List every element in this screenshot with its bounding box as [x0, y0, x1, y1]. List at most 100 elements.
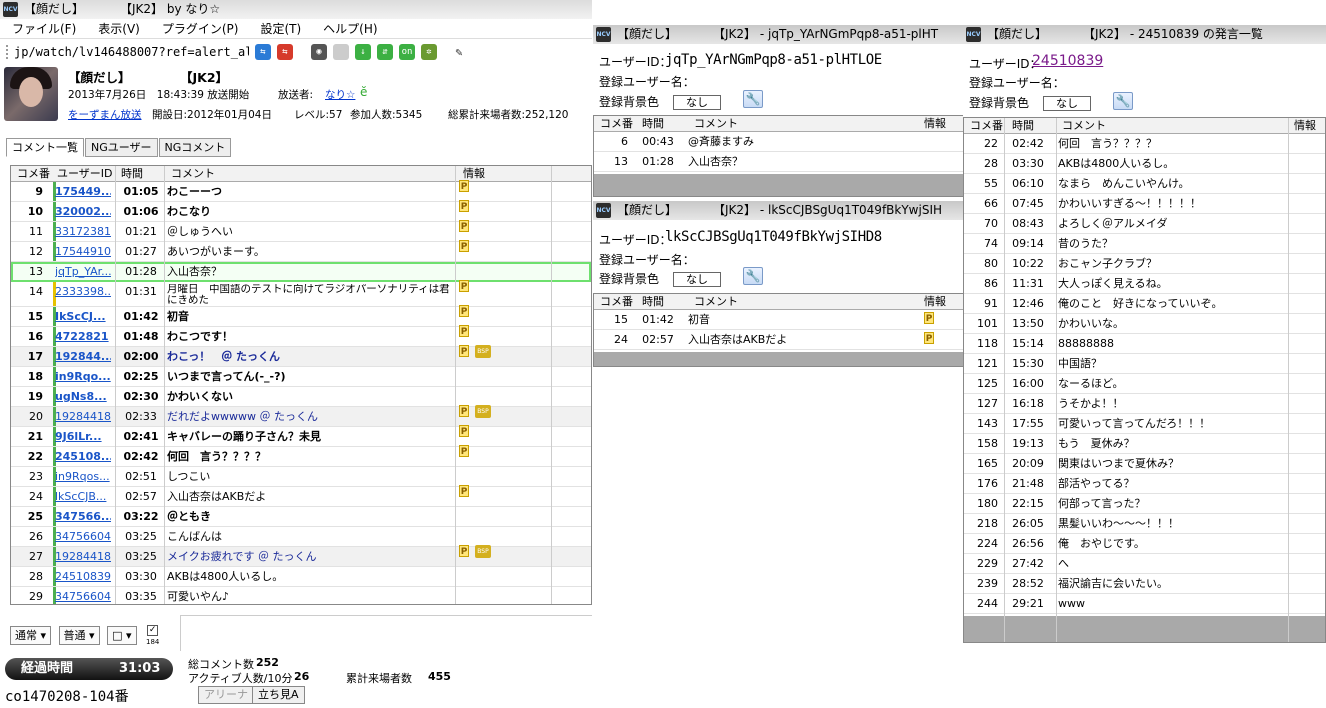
menu-help[interactable]: ヘルプ(H) — [311, 19, 387, 39]
table-row[interactable]: 121 15:30 中国語？ — [964, 354, 1325, 374]
disconnect-icon[interactable]: ⇆ — [277, 43, 293, 60]
color-select[interactable]: □ ▾ — [107, 626, 137, 645]
table-row[interactable]: 20 19284418 02:33 だれだよwwwww ＠ たっくん P BSP — [11, 405, 591, 427]
table-row[interactable]: 180 22:15 何部って言った？ — [964, 494, 1325, 514]
table-row[interactable]: 70 08:43 よろしく＠アルメイダ — [964, 214, 1325, 234]
table-row[interactable]: 80 10:22 おこャン子クラブ？ — [964, 254, 1325, 274]
menu-plugin[interactable]: プラグイン(P) — [150, 19, 249, 39]
table-row[interactable]: 91 12:46 俺のこと 好きになっていいぞ。 — [964, 294, 1325, 314]
table-row[interactable]: 26 34756604 03:25 こんばんは — [11, 527, 591, 547]
table-row[interactable]: 17 192844... 02:00 わこっ！ ＠ たっくん P BSP — [11, 345, 591, 367]
table-row[interactable]: 101 13:50 かわいいな。 — [964, 314, 1325, 334]
table-row[interactable]: 28 24510839 03:30 AKBは4800人いるし。 — [11, 567, 591, 587]
table-row[interactable]: 6 00:43 @斉藤ますみ — [594, 132, 963, 152]
table-row[interactable]: 244 29:21 www — [964, 594, 1325, 614]
col-info[interactable]: 情報 — [924, 294, 946, 310]
table-row[interactable]: 19 ugNs8... 02:30 かわいくない — [11, 387, 591, 407]
col-comment-number[interactable]: コメ番 — [17, 166, 50, 182]
user-id-link[interactable]: ugNs8... — [55, 387, 111, 407]
user-id-link[interactable]: 19284418 — [55, 547, 111, 567]
menu-view[interactable]: 表示(V) — [86, 19, 150, 39]
user-id-link[interactable]: 24510839 — [55, 567, 111, 587]
col-time[interactable]: 時間 — [642, 116, 664, 132]
col-number[interactable]: コメ番 — [600, 116, 633, 132]
table-row[interactable]: 16 4722821 01:48 わこつです！ P — [11, 325, 591, 347]
table-row[interactable]: 125 16:00 なーるほど。 — [964, 374, 1325, 394]
command-select[interactable]: 通常 ▾ — [10, 626, 52, 645]
url-input[interactable]: jp/watch/lv146488007?ref=alert_alert — [14, 40, 249, 64]
user-id-link[interactable]: lkScCJB... — [55, 487, 111, 507]
col-info[interactable]: 情報 — [924, 116, 946, 132]
connect-icon[interactable]: ⇆ — [255, 43, 271, 60]
user-id-link[interactable]: 9J6lLr... — [55, 427, 111, 447]
table-row[interactable]: 12 17544910 01:27 あいつがいまーす。 P — [11, 240, 591, 262]
gear-icon[interactable]: ✲ — [421, 43, 437, 60]
col-time[interactable]: 時間 — [1012, 118, 1034, 134]
speaker-icon[interactable]: ◉ — [311, 43, 327, 60]
size-select[interactable]: 普通 ▾ — [58, 626, 100, 645]
filter-icon[interactable]: ⇵ — [377, 43, 393, 60]
table-row[interactable]: 229 27:42 へ — [964, 554, 1325, 574]
table-row[interactable]: 9 175449... 01:05 わこーーつ P — [11, 180, 591, 202]
col-time[interactable]: 時間 — [121, 166, 143, 182]
table-row[interactable]: 15 01:42 初音 P — [594, 310, 963, 330]
col-comment[interactable]: コメント — [694, 116, 738, 132]
table-row[interactable]: 28 03:30 AKBは4800人いるし。 — [964, 154, 1325, 174]
col-user-id[interactable]: ユーザーID — [57, 166, 113, 182]
anonymous-checkbox[interactable]: ✓ 184 — [146, 624, 159, 647]
user-id-link[interactable]: in9Rqos... — [55, 467, 111, 487]
table-row[interactable]: 13 01:28 入山杏奈？ — [594, 152, 963, 172]
tab-comment-list[interactable]: コメント一覧 — [6, 138, 84, 157]
table-row[interactable]: 218 26:05 黒髪いいわ～～～！！！ — [964, 514, 1325, 534]
user-id-link[interactable]: 4722821 — [55, 327, 111, 347]
col-time[interactable]: 時間 — [642, 294, 664, 310]
bg-color-box[interactable]: なし — [673, 95, 722, 110]
table-row[interactable]: 27 19284418 03:25 メイクお疲れです ＠ たっくん P BSP — [11, 545, 591, 567]
table-row[interactable]: 18 in9Rqo... 02:25 いつまで言ってん(-_-?) — [11, 367, 591, 387]
table-row[interactable]: 22 02:42 何回 言う？？？？ — [964, 134, 1325, 154]
user-id-link[interactable]: 33172381 — [55, 222, 111, 242]
col-info[interactable]: 情報 — [1294, 118, 1316, 134]
bg-color-box[interactable]: なし — [1043, 96, 1092, 111]
user-id-link[interactable]: 19284418 — [55, 407, 111, 427]
col-comment[interactable]: コメント — [694, 294, 738, 310]
comment-input[interactable] — [180, 615, 592, 651]
user-id-link[interactable]: in9Rqo... — [55, 367, 111, 387]
tab-ng-users[interactable]: NGユーザー — [85, 138, 158, 157]
wrench-icon[interactable]: 🔧 — [1113, 92, 1133, 110]
table-row[interactable]: 239 28:52 福沢諭吉に会いたい。 — [964, 574, 1325, 594]
table-row[interactable]: 10 320002... 01:06 わこなり P — [11, 200, 591, 222]
wrench-icon[interactable]: 🔧 — [743, 90, 763, 108]
on-toggle-icon[interactable]: on — [399, 43, 415, 60]
table-row[interactable]: 165 20:09 関東はいつまで夏休み？ — [964, 454, 1325, 474]
table-row[interactable]: 118 15:14 88888888 — [964, 334, 1325, 354]
broadcaster-link[interactable]: なり☆ — [325, 87, 355, 102]
col-number[interactable]: コメ番 — [970, 118, 1003, 134]
table-row[interactable]: 24 02:57 入山杏奈はAKBだよ P — [594, 330, 963, 350]
table-row[interactable]: 15 IkScCJ... 01:42 初音 P — [11, 305, 591, 327]
blank-tool-icon[interactable] — [333, 43, 349, 60]
table-row[interactable]: 21 9J6lLr... 02:41 キャバレーの踊り子さん？未見 P — [11, 425, 591, 447]
menu-file[interactable]: ファイル(F) — [0, 19, 86, 39]
tab-ng-comments[interactable]: NGコメント — [158, 138, 232, 157]
table-row[interactable]: 86 11:31 大人っぽく見えるね。 — [964, 274, 1325, 294]
table-row[interactable]: 127 16:18 うそかよ！！ — [964, 394, 1325, 414]
table-row[interactable]: 55 06:10 なまら めんこいやんけ。 — [964, 174, 1325, 194]
user-id-link[interactable]: 175449... — [55, 182, 111, 202]
table-row[interactable]: 74 09:14 昔のうた？ — [964, 234, 1325, 254]
user-id-link[interactable]: 192844... — [55, 347, 111, 367]
user-id-link[interactable]: 34756604 — [55, 527, 111, 547]
user-id-link[interactable]: IkScCJ... — [55, 307, 111, 327]
bg-color-box[interactable]: なし — [673, 272, 722, 287]
table-row[interactable]: 176 21:48 部活やってる？ — [964, 474, 1325, 494]
table-row[interactable]: 11 33172381 01:21 ＠しゅうへい P — [11, 220, 591, 242]
table-row[interactable]: 13 jqTp_YAr... 01:28 入山杏奈？ — [11, 262, 591, 282]
table-row[interactable]: 143 17:55 可愛いって言ってんだろ！！！ — [964, 414, 1325, 434]
user-id-link[interactable]: 320002... — [55, 202, 111, 222]
user-id-link[interactable]: 347566... — [55, 507, 111, 527]
table-row[interactable]: 24 lkScCJB... 02:57 入山杏奈はAKBだよ P — [11, 485, 591, 507]
table-row[interactable]: 158 19:13 もう 夏休み？ — [964, 434, 1325, 454]
table-row[interactable]: 22 245108... 02:42 何回 言う？？？？ P — [11, 445, 591, 467]
user-id-link[interactable]: 34756604 — [55, 587, 111, 604]
menu-settings[interactable]: 設定(T) — [248, 19, 311, 39]
